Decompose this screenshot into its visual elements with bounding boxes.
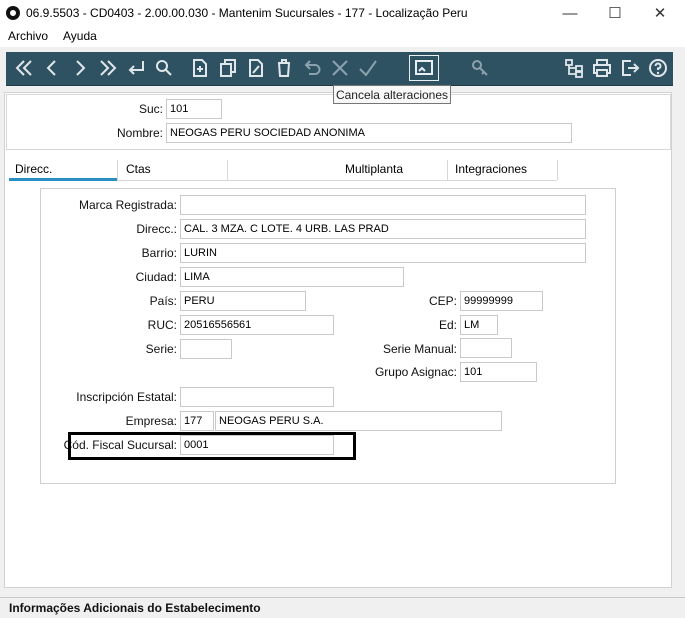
suc-label: Suc:: [138, 102, 163, 116]
grupo-asignac-label: Grupo Asignac:: [374, 365, 457, 379]
exit-icon[interactable]: [617, 54, 643, 82]
close-icon[interactable]: ✕: [637, 0, 683, 27]
enter-icon[interactable]: [123, 54, 149, 82]
new-document-icon[interactable]: [187, 54, 213, 82]
tooltip: Cancela alteraciones: [333, 85, 451, 104]
pais-label: País:: [149, 294, 177, 308]
menu-bar: Archivo Ayuda: [0, 27, 685, 47]
serie-manual-field[interactable]: [460, 338, 512, 358]
prev-record-icon[interactable]: [39, 54, 65, 82]
empresa-name-field: NEOGAS PERU S.A.: [215, 411, 502, 431]
tab-separator: [447, 160, 448, 180]
barrio-field[interactable]: LURIN: [180, 243, 586, 263]
empresa-label: Empresa:: [125, 414, 177, 428]
tab-ctas[interactable]: Ctas: [126, 162, 151, 176]
barrio-label: Barrio:: [141, 246, 177, 260]
tab-multiplanta[interactable]: Multiplanta: [345, 162, 403, 176]
help-icon[interactable]: [645, 54, 671, 82]
edit-document-icon[interactable]: [243, 54, 269, 82]
toolbar: [6, 52, 673, 86]
undo-icon[interactable]: [299, 54, 325, 82]
ciudad-field[interactable]: LIMA: [180, 267, 404, 287]
cancel-icon[interactable]: [327, 54, 353, 82]
maximize-icon[interactable]: ☐: [592, 0, 638, 27]
marca-label: Marca Registrada:: [78, 198, 177, 212]
active-tab-indicator: [9, 178, 117, 181]
serie-field[interactable]: [180, 339, 232, 359]
ed-label: Ed:: [438, 318, 457, 332]
title-bar: 06.9.5503 - CD0403 - 2.00.00.030 - Mante…: [0, 0, 685, 27]
ruc-label: RUC:: [147, 318, 177, 332]
empresa-code-field[interactable]: 177: [180, 411, 214, 431]
inscripcion-label: Inscripción Estatal:: [76, 390, 177, 404]
search-icon[interactable]: [151, 54, 177, 82]
hierarchy-icon[interactable]: [561, 54, 587, 82]
ciudad-label: Ciudad:: [135, 270, 177, 284]
ed-field[interactable]: LM: [460, 315, 498, 335]
next-record-icon[interactable]: [67, 54, 93, 82]
inscripcion-field[interactable]: [180, 387, 334, 407]
confirm-icon[interactable]: [355, 54, 381, 82]
pais-field[interactable]: PERU: [180, 291, 306, 311]
delete-icon[interactable]: [271, 54, 297, 82]
marca-field[interactable]: [180, 195, 586, 215]
app-logo-icon: [6, 6, 20, 20]
menu-ayuda[interactable]: Ayuda: [63, 29, 97, 43]
direcc-field[interactable]: CAL. 3 MZA. C LOTE. 4 URB. LAS PRAD: [180, 219, 586, 239]
tab-separator: [557, 160, 558, 180]
highlight-box: [68, 432, 356, 460]
cep-label: CEP:: [428, 294, 457, 308]
serie-label: Serie:: [145, 342, 177, 356]
first-record-icon[interactable]: [11, 54, 37, 82]
copy-icon[interactable]: [215, 54, 241, 82]
last-record-icon[interactable]: [95, 54, 121, 82]
tab-integraciones[interactable]: Integraciones: [455, 162, 527, 176]
tab-separator: [227, 160, 228, 180]
grupo-asignac-field[interactable]: 101: [460, 362, 537, 382]
serie-manual-label: Serie Manual:: [382, 342, 457, 356]
tab-separator: [117, 160, 118, 180]
print-icon[interactable]: [589, 54, 615, 82]
nombre-label: Nombre:: [116, 126, 163, 140]
minimize-icon[interactable]: —: [547, 0, 593, 27]
tab-divider: [117, 180, 557, 181]
cancel-changes-icon[interactable]: [409, 55, 439, 81]
window-title: 06.9.5503 - CD0403 - 2.00.00.030 - Mante…: [26, 6, 468, 20]
cep-field[interactable]: 99999999: [460, 291, 543, 311]
nombre-field[interactable]: NEOGAS PERU SOCIEDAD ANONIMA: [166, 123, 572, 143]
suc-field[interactable]: 101: [166, 99, 222, 119]
status-bar: Informações Adicionais do Estabeleciment…: [0, 597, 685, 618]
key-icon[interactable]: [467, 54, 493, 82]
direcc-label: Direcc.:: [136, 222, 177, 236]
status-text: Informações Adicionais do Estabeleciment…: [9, 601, 261, 615]
menu-archivo[interactable]: Archivo: [8, 29, 48, 43]
ruc-field[interactable]: 20516556561: [180, 315, 334, 335]
tab-direcc[interactable]: Direcc.: [15, 162, 52, 176]
